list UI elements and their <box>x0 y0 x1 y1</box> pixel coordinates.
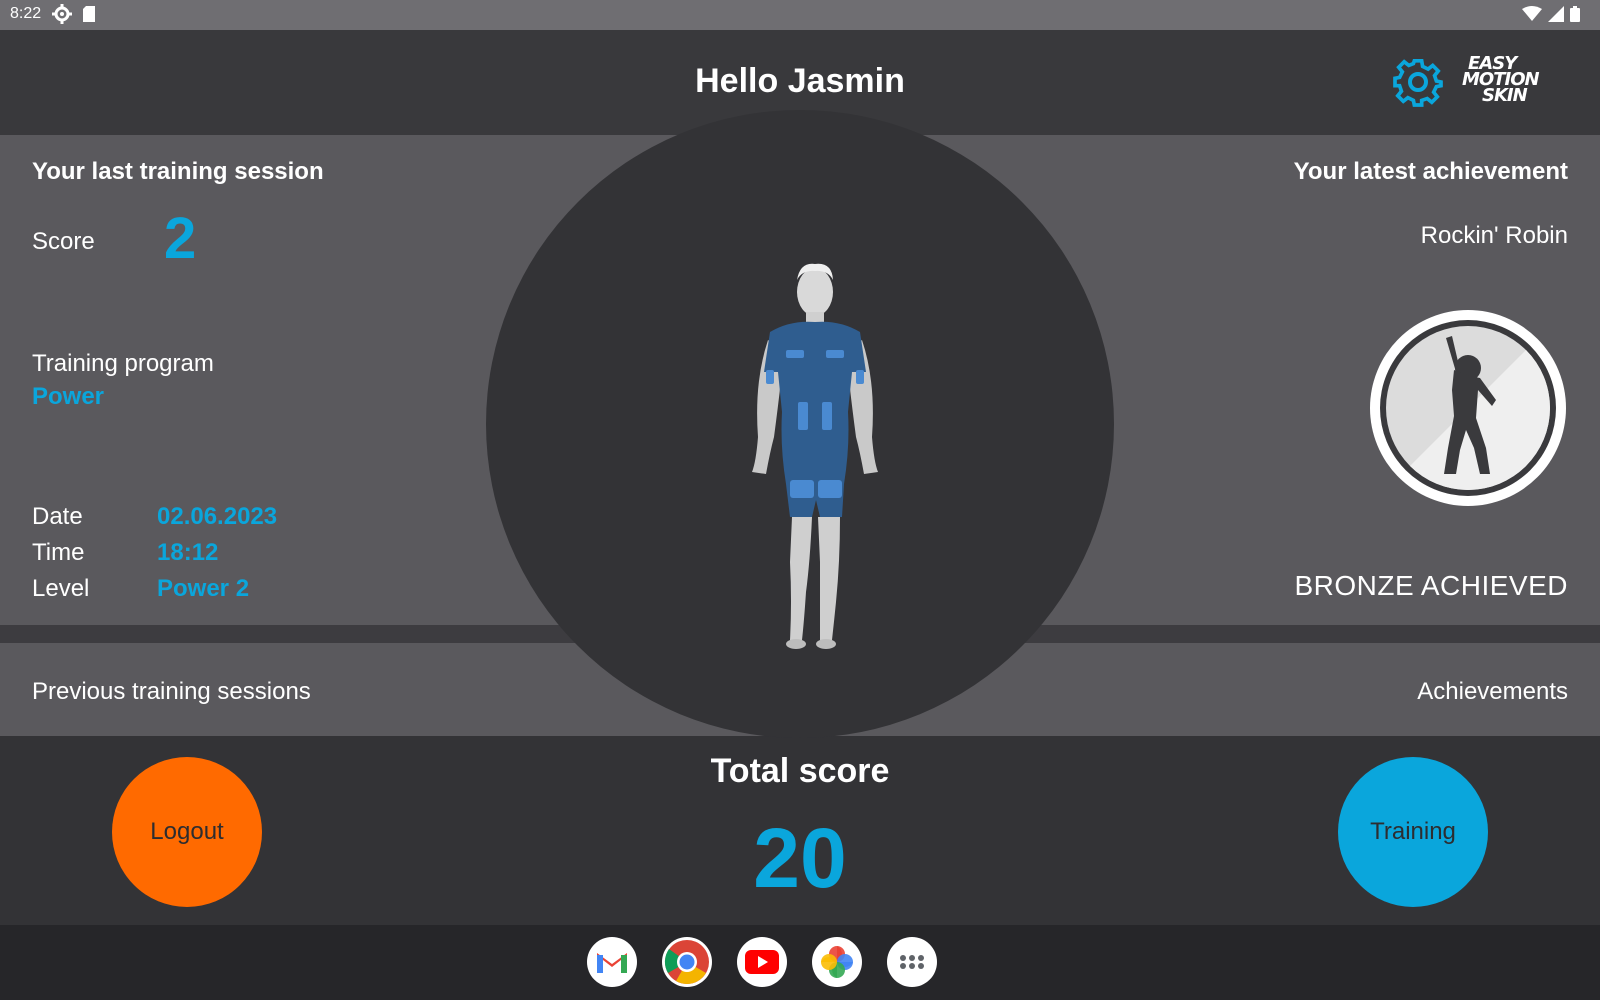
level-value: Power 2 <box>157 575 250 602</box>
latest-achievement-title: Your latest achievement <box>1293 158 1568 185</box>
app-dock <box>0 925 1600 1000</box>
battery-icon <box>1570 6 1580 22</box>
brand-line-3: SKIN <box>1482 85 1528 106</box>
wifi-icon <box>1522 6 1542 21</box>
total-score-value: 20 <box>753 811 847 905</box>
app-drawer-icon[interactable] <box>887 937 937 987</box>
brand-logo: EASY MOTION SKIN <box>1462 55 1542 108</box>
achievement-status: BRONZE ACHIEVED <box>1294 570 1568 601</box>
sd-card-icon <box>83 6 95 22</box>
time-label: Time <box>32 539 85 566</box>
status-bar: 8:22 <box>0 0 1600 30</box>
previous-sessions-link[interactable]: Previous training sessions <box>32 678 311 706</box>
gmail-icon[interactable] <box>587 937 637 987</box>
achievements-link[interactable]: Achievements <box>1417 678 1568 706</box>
disco-dancer-badge-icon[interactable] <box>1368 308 1568 508</box>
achievement-name: Rockin' Robin <box>1420 222 1568 249</box>
score-value: 2 <box>164 206 197 271</box>
status-time: 8:22 <box>10 5 42 22</box>
total-score-label: Total score <box>710 752 890 790</box>
date-label: Date <box>32 503 83 530</box>
date-value: 02.06.2023 <box>157 503 278 530</box>
time-value: 18:12 <box>157 539 219 566</box>
settings-status-icon <box>52 4 72 24</box>
chrome-icon[interactable] <box>662 937 712 987</box>
signal-icon <box>1548 6 1564 22</box>
photos-icon[interactable] <box>812 937 862 987</box>
program-label: Training program <box>32 350 214 377</box>
last-session-title: Your last training session <box>32 158 324 185</box>
avatar-figure[interactable] <box>740 262 890 652</box>
level-label: Level <box>32 575 90 602</box>
gear-icon[interactable] <box>1391 55 1445 109</box>
youtube-icon[interactable] <box>737 937 787 987</box>
greeting-title: Hello Jasmin <box>695 62 905 100</box>
score-label: Score <box>32 228 95 255</box>
program-value: Power <box>32 383 105 410</box>
